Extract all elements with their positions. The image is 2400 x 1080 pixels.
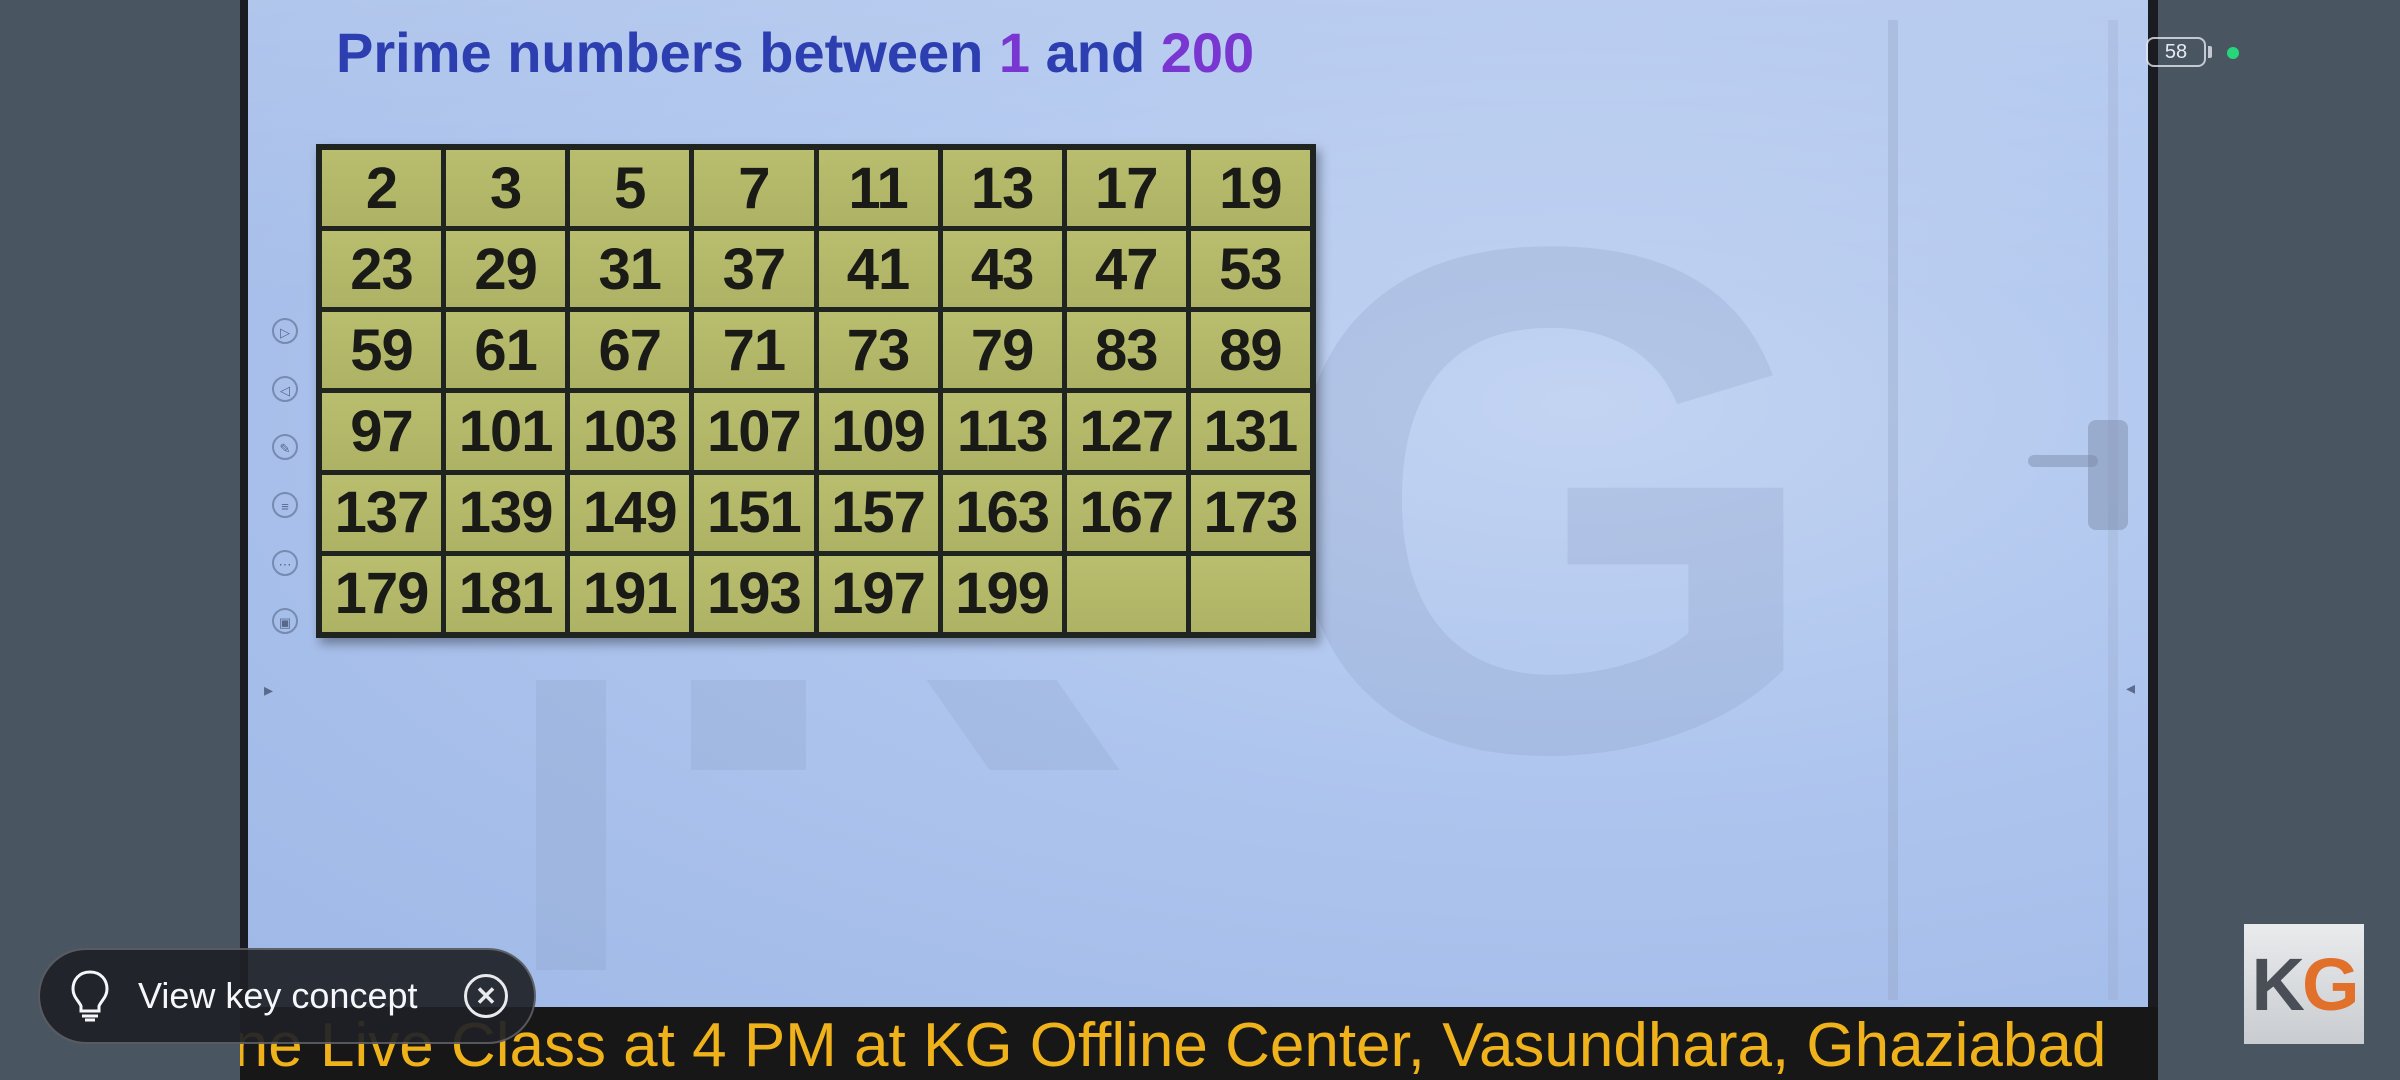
prime-cell: 3 [446,150,566,227]
prime-cell: 79 [942,312,1062,389]
logo-letter-k: K [2251,942,2304,1026]
pen-icon[interactable]: ✎ [272,434,298,460]
prime-cell: 199 [942,555,1062,632]
prime-cell: 5 [570,150,690,227]
prime-cell: 167 [1066,474,1186,551]
logo-letter-g: G [2301,942,2360,1026]
play-icon[interactable]: ▷ [272,318,298,344]
kg-logo[interactable]: KG [2244,924,2364,1044]
prime-cell: 181 [446,555,566,632]
prime-cell: 2 [322,150,442,227]
prime-cell: 113 [942,393,1062,470]
video-player[interactable]: G Prime numbers between 1 and 200 ▷ ◁ ✎ … [240,0,2158,1080]
prime-cell: 19 [1190,150,1310,227]
expand-left-arrow-icon[interactable]: ▸ [264,680,273,701]
prime-cell: 193 [694,555,814,632]
prime-cell: 157 [818,474,938,551]
prime-cell: 43 [942,231,1062,308]
prime-cell: 7 [694,150,814,227]
prime-cell: 53 [1190,231,1310,308]
notes-icon[interactable]: ≡ [272,492,298,518]
rewind-icon[interactable]: ◁ [272,376,298,402]
lightbulb-icon [71,970,109,1022]
watermark-shape [691,680,806,770]
empty-cell [1066,555,1186,632]
prime-cell: 139 [446,474,566,551]
battery-indicator: 58 [2146,37,2206,67]
slide-title: Prime numbers between 1 and 200 [336,20,1254,85]
prime-cell: 29 [446,231,566,308]
prime-cell: 173 [1190,474,1310,551]
prime-cell: 131 [1190,393,1310,470]
watermark-shape [926,680,1120,770]
prime-cell: 127 [1066,393,1186,470]
prime-cell: 137 [322,474,442,551]
prime-cell: 73 [818,312,938,389]
live-status-dot [2227,47,2239,59]
prime-cell: 197 [818,555,938,632]
prime-cell: 191 [570,555,690,632]
prime-cell: 59 [322,312,442,389]
prime-cell: 17 [1066,150,1186,227]
prime-cell: 37 [694,231,814,308]
title-number-start: 1 [998,21,1031,84]
prime-cell: 13 [942,150,1062,227]
prime-cell: 103 [570,393,690,470]
prime-cell: 89 [1190,312,1310,389]
prime-cell: 11 [818,150,938,227]
prime-cell: 71 [694,312,814,389]
background-door [1888,20,2118,1000]
prime-cell: 151 [694,474,814,551]
whiteboard-frame: G Prime numbers between 1 and 200 ▷ ◁ ✎ … [248,0,2148,1007]
prime-cell: 23 [322,231,442,308]
view-key-concept-label: View key concept [138,975,418,1016]
empty-cell [1190,555,1310,632]
prime-cell: 163 [942,474,1062,551]
prime-cell: 41 [818,231,938,308]
prime-cell: 109 [818,393,938,470]
prime-cell: 67 [570,312,690,389]
expand-right-arrow-icon[interactable]: ◂ [2126,678,2135,699]
prime-cell: 47 [1066,231,1186,308]
prime-cell: 97 [322,393,442,470]
prime-cell: 31 [570,231,690,308]
title-number-end: 200 [1160,21,1255,84]
primes-table: 2 3 5 7 11 13 17 19 23 29 31 37 41 43 47 53 59 61 67 71 73 79… [316,144,1316,638]
screen-icon[interactable]: ▣ [272,608,298,634]
prime-cell: 83 [1066,312,1186,389]
prime-cell: 179 [322,555,442,632]
title-mid: and [1030,21,1161,84]
background-handle [2088,420,2128,530]
title-prefix: Prime numbers between [336,21,999,84]
watermark-shape [536,680,606,970]
more-icon[interactable]: ⋯ [272,550,298,576]
prime-cell: 61 [446,312,566,389]
battery-tip [2208,46,2212,58]
prime-cell: 107 [694,393,814,470]
prime-cell: 101 [446,393,566,470]
watermark-g: G [1268,97,1829,902]
close-icon[interactable]: ✕ [464,974,508,1018]
annotation-toolbar: ▷ ◁ ✎ ≡ ⋯ ▣ [272,318,302,666]
prime-cell: 149 [570,474,690,551]
view-key-concept-chip[interactable]: View key concept ✕ [38,948,536,1044]
